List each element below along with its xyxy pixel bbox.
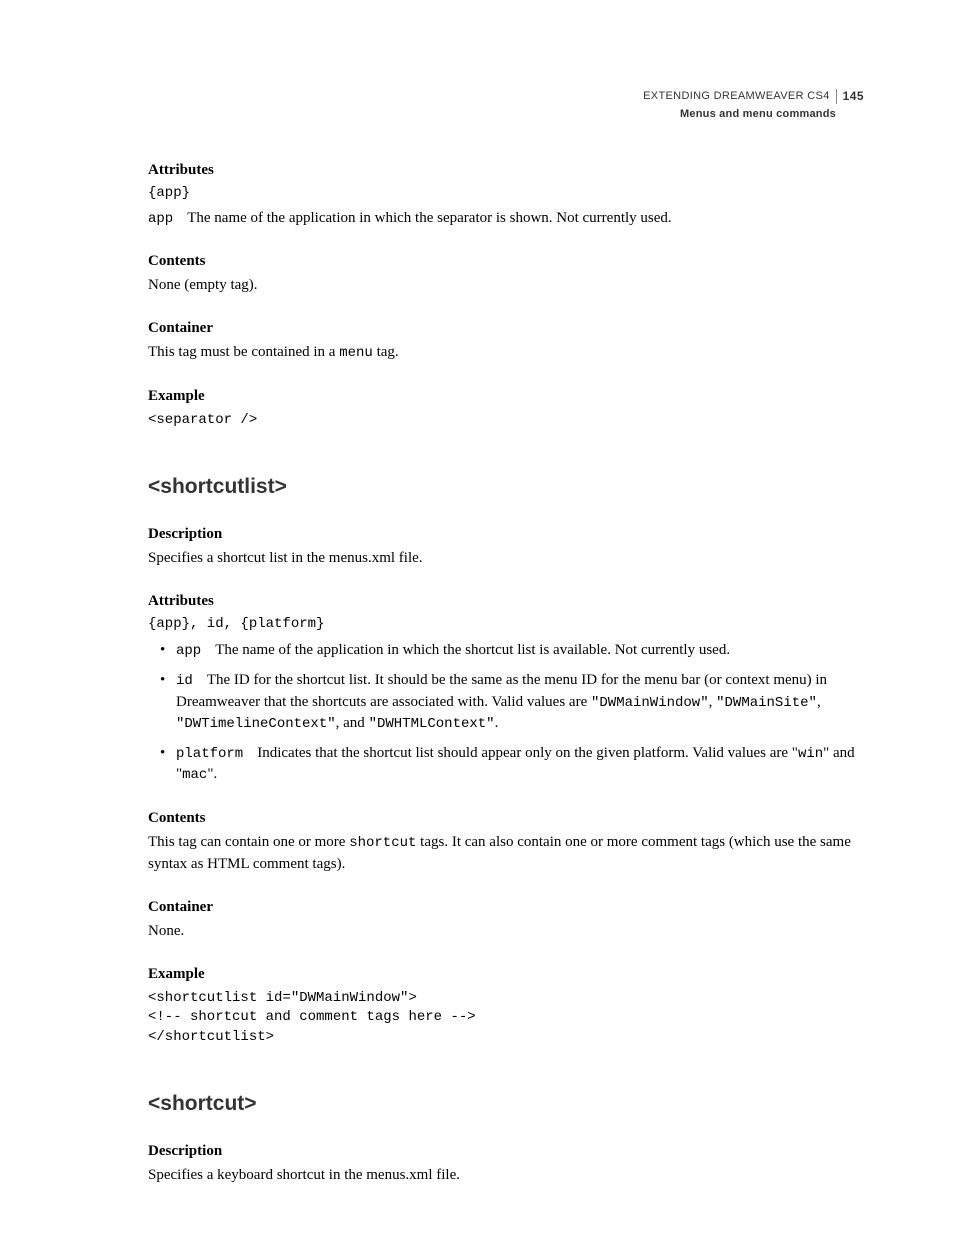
heading-attributes: Attributes (148, 160, 864, 181)
heading-example-2: Example (148, 964, 864, 985)
list-item: idThe ID for the shortcut list. It shoul… (160, 670, 864, 735)
attr-name-app: app (148, 211, 173, 227)
heading-description: Description (148, 524, 864, 545)
example-code-shortcutlist: <shortcutlist id="DWMainWindow"> <!-- sh… (148, 989, 864, 1048)
attr-name-app: app (176, 643, 201, 659)
header-chapter: Menus and menu commands (643, 107, 864, 122)
attributes-signature-2: {app}, id, {platform} (148, 615, 864, 635)
page-container: EXTENDING DREAMWEAVER CS4 145 Menus and … (0, 0, 954, 1249)
attr-name-id: id (176, 673, 193, 689)
heading-container-2: Container (148, 897, 864, 918)
running-header: EXTENDING DREAMWEAVER CS4 145 Menus and … (643, 88, 864, 122)
contents-text-2: This tag can contain one or more shortcu… (148, 832, 864, 875)
attr-name-platform: platform (176, 746, 243, 762)
container-text-2: None. (148, 921, 864, 942)
heading-description-3: Description (148, 1141, 864, 1162)
header-page-number: 145 (843, 88, 864, 105)
heading-contents: Contents (148, 251, 864, 272)
heading-contents-2: Contents (148, 808, 864, 829)
attr-desc-app: The name of the application in which the… (187, 210, 671, 226)
container-text: This tag must be contained in a menu tag… (148, 342, 864, 364)
attribute-list: appThe name of the application in which … (160, 640, 864, 786)
heading-attributes-2: Attributes (148, 591, 864, 612)
attributes-signature: {app} (148, 184, 864, 204)
attr-app-definition: app The name of the application in which … (148, 208, 864, 230)
example-code-separator: <separator /> (148, 411, 864, 431)
header-book-title: EXTENDING DREAMWEAVER CS4 (643, 89, 837, 104)
contents-text: None (empty tag). (148, 275, 864, 296)
heading-shortcut: <shortcut> (148, 1089, 864, 1118)
heading-example: Example (148, 386, 864, 407)
description-text-3: Specifies a keyboard shortcut in the men… (148, 1165, 864, 1186)
list-item: appThe name of the application in which … (160, 640, 864, 662)
list-item: platformIndicates that the shortcut list… (160, 743, 864, 786)
page-content: Attributes {app} app The name of the appl… (148, 160, 864, 1186)
heading-shortcutlist: <shortcutlist> (148, 472, 864, 501)
description-text: Specifies a shortcut list in the menus.x… (148, 548, 864, 569)
heading-container: Container (148, 318, 864, 339)
